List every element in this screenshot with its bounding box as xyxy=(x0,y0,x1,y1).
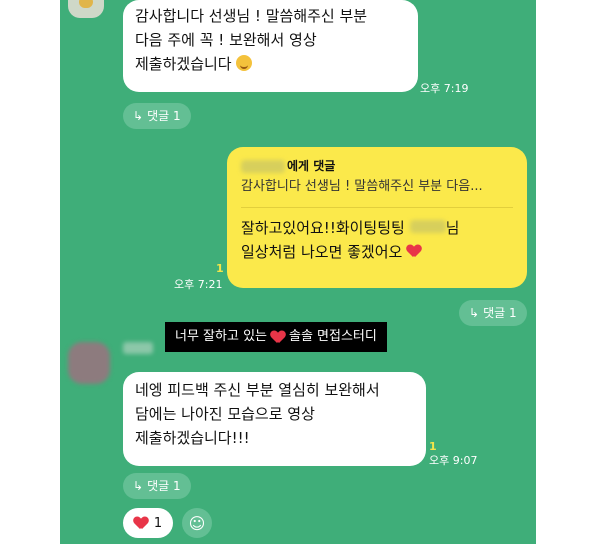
message-line: 일상처럼 나오면 좋겠어오 xyxy=(241,240,513,264)
message-time: 오후 7:21 xyxy=(174,278,223,291)
reply-count-label: 댓글 1 xyxy=(483,306,517,320)
blurred-name xyxy=(241,159,285,173)
heart-icon xyxy=(271,331,285,344)
heart-icon xyxy=(407,245,421,258)
unread-count: 1 xyxy=(216,262,224,275)
reply-arrow-icon: ↳ xyxy=(133,109,144,123)
caption-text: 너무 잘하고 있는 xyxy=(175,329,267,344)
reply-target-label: 에게 댓글 xyxy=(287,159,336,173)
message-line: 감사합니다 선생님 ! 말씀해주신 부분 xyxy=(135,7,368,25)
message-text: 일상처럼 나오면 좋겠어오 xyxy=(241,243,403,261)
video-caption: 너무 잘하고 있는 솔솔 면접스터디 xyxy=(165,322,387,352)
message-line: 다음 주에 꼭 ! 보완해서 영상 xyxy=(135,31,317,49)
sender-avatar[interactable] xyxy=(68,0,104,18)
reply-count-label: 댓글 1 xyxy=(147,479,181,493)
message-bubble-sent-reply[interactable]: 에게 댓글 감사합니다 선생님 ! 말씀해주신 부분 다음... 잘하고있어요!… xyxy=(227,147,527,288)
message-line: 잘하고있어요!!화이팅팅팅 님 xyxy=(241,216,513,240)
message-line: 네엥 피드백 주신 부분 열심히 보완해서 xyxy=(135,381,380,399)
message-line: 담에는 나아진 모습으로 영상 xyxy=(135,405,315,423)
reply-arrow-icon: ↳ xyxy=(469,306,480,320)
divider xyxy=(241,207,513,208)
add-reaction-button[interactable]: ☺ xyxy=(182,508,212,538)
reply-target: 에게 댓글 xyxy=(241,157,513,175)
caption-text: 솔솔 면접스터디 xyxy=(289,329,377,344)
reply-count-button[interactable]: ↳ 댓글 1 xyxy=(459,300,527,326)
message-text: 잘하고있어요!!화이팅팅팅 xyxy=(241,219,405,237)
smiling-face-icon xyxy=(236,55,253,71)
message-text: 제출하겠습니다 xyxy=(135,55,232,73)
message-bubble-received[interactable]: 네엥 피드백 주신 부분 열심히 보완해서 담에는 나아진 모습으로 영상 제출… xyxy=(123,372,426,466)
blurred-name xyxy=(409,220,446,233)
message-time: 오후 7:19 xyxy=(420,82,469,95)
sender-name-blurred xyxy=(123,342,153,354)
chat-room: 감사합니다 선생님 ! 말씀해주신 부분 다음 주에 꼭 ! 보완해서 영상 제… xyxy=(60,0,536,544)
quoted-message[interactable]: 감사합니다 선생님 ! 말씀해주신 부분 다음... xyxy=(241,177,513,197)
avatar-face xyxy=(79,0,93,8)
message-line: 제출하겠습니다 xyxy=(135,52,406,76)
message-bubble-received[interactable]: 감사합니다 선생님 ! 말씀해주신 부분 다음 주에 꼭 ! 보완해서 영상 제… xyxy=(123,0,418,92)
heart-icon xyxy=(134,517,148,530)
reply-count-button[interactable]: ↳ 댓글 1 xyxy=(123,473,191,499)
reply-count-button[interactable]: ↳ 댓글 1 xyxy=(123,103,191,129)
message-text: 님 xyxy=(445,219,460,237)
message-line: 제출하겠습니다!!! xyxy=(135,429,250,447)
sender-avatar[interactable] xyxy=(68,342,110,384)
message-time: 오후 9:07 xyxy=(429,454,478,467)
reaction-count: 1 xyxy=(153,515,163,531)
reply-arrow-icon: ↳ xyxy=(133,479,144,493)
add-emoji-icon: ☺ xyxy=(188,513,206,533)
heart-reaction-button[interactable]: 1 xyxy=(123,508,173,538)
reply-count-label: 댓글 1 xyxy=(147,109,181,123)
